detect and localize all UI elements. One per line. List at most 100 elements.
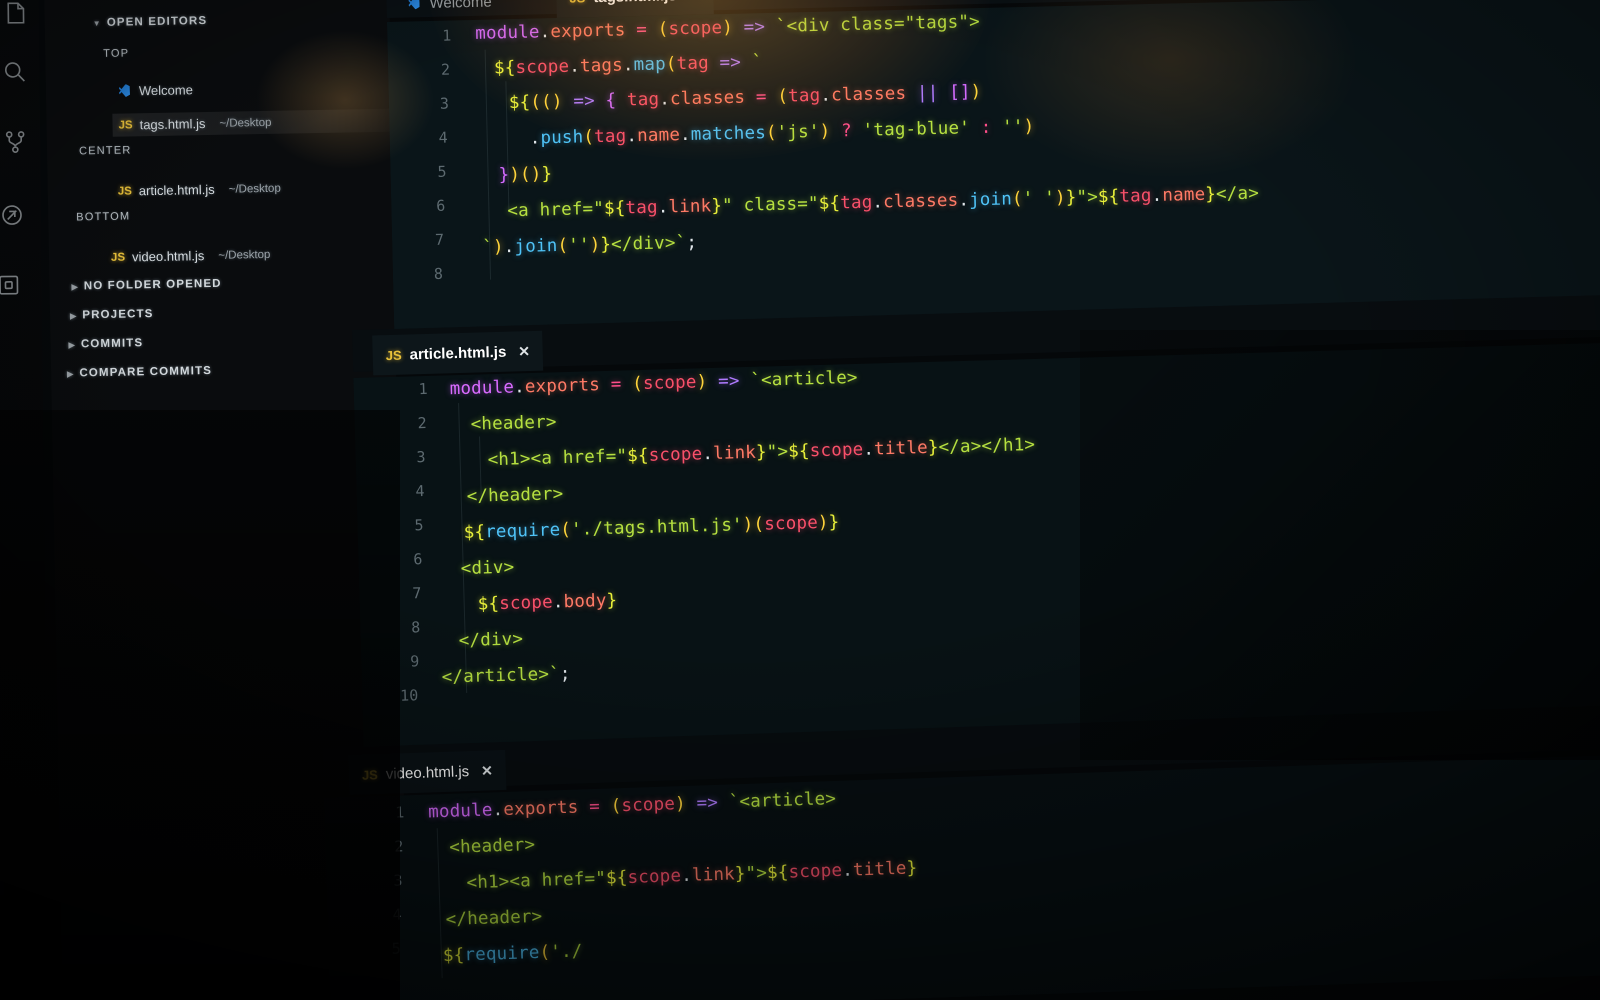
line-number: 3	[416, 447, 426, 467]
code-line: })()}	[498, 164, 553, 186]
section-compare-commits[interactable]: ▶ COMPARE COMMITS	[67, 365, 212, 380]
code-line: </div>	[458, 629, 524, 652]
code-line: ${(() => { tag.classes = (tag.classes ||…	[508, 82, 982, 114]
chevron-down-icon: ▼	[92, 18, 102, 29]
code-line: ${require('./tags.html.js')(scope)}	[463, 512, 840, 543]
tab-label: video.html.js	[385, 762, 470, 783]
editor-pane-top: Welcome JS tags.html.js ✕ 1 2 3 4 5 6 7 …	[386, 0, 1600, 342]
line-number: 6	[436, 196, 446, 215]
run-debug-icon[interactable]	[0, 198, 29, 232]
code-line: ${scope.tags.map(tag => `	[493, 52, 763, 79]
code-line: </header>	[445, 906, 543, 930]
line-number: 9	[409, 652, 420, 671]
line-number: 7	[434, 230, 445, 249]
close-icon[interactable]: ✕	[518, 343, 530, 360]
chevron-right-icon: ▶	[68, 340, 76, 350]
code-line: <a href="${tag.link}" class="${tag.class…	[507, 183, 1260, 222]
line-number: 2	[440, 60, 451, 79]
js-file-icon: JS	[118, 118, 133, 132]
open-editor-name: video.html.js	[131, 248, 205, 265]
code-area-center[interactable]: 1 2 3 4 5 6 7 8 9 10 module.exports = (s…	[353, 342, 1600, 750]
code-line: <h1><a href="${scope.link}">${scope.titl…	[487, 434, 1036, 471]
js-file-icon: JS	[117, 184, 132, 198]
line-number: 5	[391, 939, 401, 958]
code-line: <header>	[470, 412, 557, 435]
line-number: 10	[399, 686, 419, 705]
editor-group-label-center: CENTER	[78, 144, 132, 158]
vscode-window: EXPLORER ▼OPEN EDITORS TOP Welcome JS ta…	[0, 0, 1600, 1000]
tab-label: Welcome	[429, 0, 492, 12]
line-number: 1	[394, 803, 405, 822]
code-area-top[interactable]: 1 2 3 4 5 6 7 8 module.exports = (scope)…	[386, 0, 1600, 342]
chevron-right-icon: ▶	[67, 369, 75, 379]
line-number: 3	[439, 94, 450, 113]
open-editor-path: ~/Desktop	[228, 182, 281, 196]
open-editors-header[interactable]: ▼ OPEN EDITORS	[93, 15, 208, 29]
js-file-icon: JS	[361, 766, 379, 783]
code-line: </header>	[466, 484, 564, 507]
open-editor-article-html-js[interactable]: JS article.html.js ~/Desktop	[118, 178, 408, 198]
open-editor-name: Welcome	[138, 82, 194, 99]
line-number: 3	[393, 871, 403, 890]
section-commits[interactable]: ▶ COMMITS	[68, 337, 144, 350]
open-editor-video-html-js[interactable]: JS video.html.js ~/Desktop	[111, 245, 401, 265]
chevron-right-icon: ▶	[69, 311, 78, 321]
tab-label: tags.html.js	[593, 0, 677, 6]
tab-video-html-js[interactable]: JS video.html.js ✕	[348, 749, 507, 796]
close-icon[interactable]: ✕	[481, 762, 493, 779]
code-line: .push(tag.name.matches('js') ? 'tag-blue…	[529, 116, 1035, 149]
open-editor-name: tags.html.js	[139, 116, 206, 133]
activity-bar	[0, 0, 50, 1000]
line-number: 6	[413, 550, 423, 569]
close-icon[interactable]: ✕	[688, 0, 700, 3]
line-number: 8	[411, 618, 421, 637]
extensions-icon[interactable]	[0, 268, 26, 302]
line-number: 5	[437, 162, 447, 181]
code-line: `).join('')}</div>`;	[482, 232, 698, 258]
line-number: 8	[433, 264, 444, 283]
js-file-icon: JS	[569, 0, 585, 5]
code-line: module.exports = (scope) => `<article>	[427, 788, 837, 823]
search-icon[interactable]	[0, 54, 33, 91]
chevron-right-icon: ▶	[71, 282, 79, 292]
vscode-logo-icon	[118, 84, 132, 98]
source-control-icon[interactable]	[0, 125, 32, 159]
screenshot-root: EXPLORER ▼OPEN EDITORS TOP Welcome JS ta…	[0, 0, 1600, 1000]
line-number: 4	[415, 482, 425, 501]
js-file-icon: JS	[110, 251, 126, 264]
tab-welcome[interactable]: Welcome	[394, 0, 505, 22]
tab-article-html-js[interactable]: JS article.html.js ✕	[372, 330, 544, 376]
editor-group-label-bottom: BOTTOM	[76, 210, 131, 224]
line-number: 2	[417, 413, 427, 433]
editor-group-label-top: TOP	[103, 47, 130, 60]
explorer-icon[interactable]	[0, 0, 33, 30]
code-line: module.exports = (scope) => `<div class=…	[475, 12, 981, 44]
line-number: 7	[412, 584, 422, 603]
code-line: ${require('./	[442, 941, 583, 967]
tab-label: article.html.js	[409, 343, 507, 363]
line-number: 4	[392, 905, 402, 924]
code-area-bottom[interactable]: 1 2 3 4 5 module.exports = (scope) => `<…	[323, 754, 1600, 1000]
code-line: ${scope.body}	[477, 590, 618, 615]
code-line: <h1><a href="${scope.link}">${scope.titl…	[466, 858, 918, 894]
open-editor-tags-html-js[interactable]: JS tags.html.js ~/Desktop	[112, 108, 409, 137]
code-line: <div>	[460, 557, 515, 580]
section-projects[interactable]: ▶ PROJECTS	[70, 308, 154, 322]
section-no-folder-opened[interactable]: ▶ NO FOLDER OPENED	[71, 278, 221, 293]
line-number: 1	[418, 379, 428, 399]
open-editor-path: ~/Desktop	[219, 116, 272, 130]
vscode-logo-icon	[407, 0, 421, 10]
code-line: module.exports = (scope) => `<article>	[449, 367, 858, 400]
code-line: </article>`;	[441, 664, 571, 688]
editor-pane-bottom: JS video.html.js ✕ 1 2 3 4 5 module.expo…	[322, 704, 1600, 1000]
line-number: 5	[414, 516, 424, 535]
open-editor-path: ~/Desktop	[218, 248, 271, 262]
open-editor-welcome[interactable]: Welcome	[118, 76, 378, 102]
line-number: 2	[393, 837, 404, 856]
open-editor-name: article.html.js	[138, 181, 215, 199]
js-file-icon: JS	[385, 347, 402, 363]
line-number: 1	[442, 26, 452, 45]
editor-pane-center: JS article.html.js ✕ 1 2 3 4 5 6 7 8 9 1…	[352, 294, 1600, 750]
line-number: 4	[438, 128, 448, 147]
code-line: <header>	[449, 834, 536, 858]
